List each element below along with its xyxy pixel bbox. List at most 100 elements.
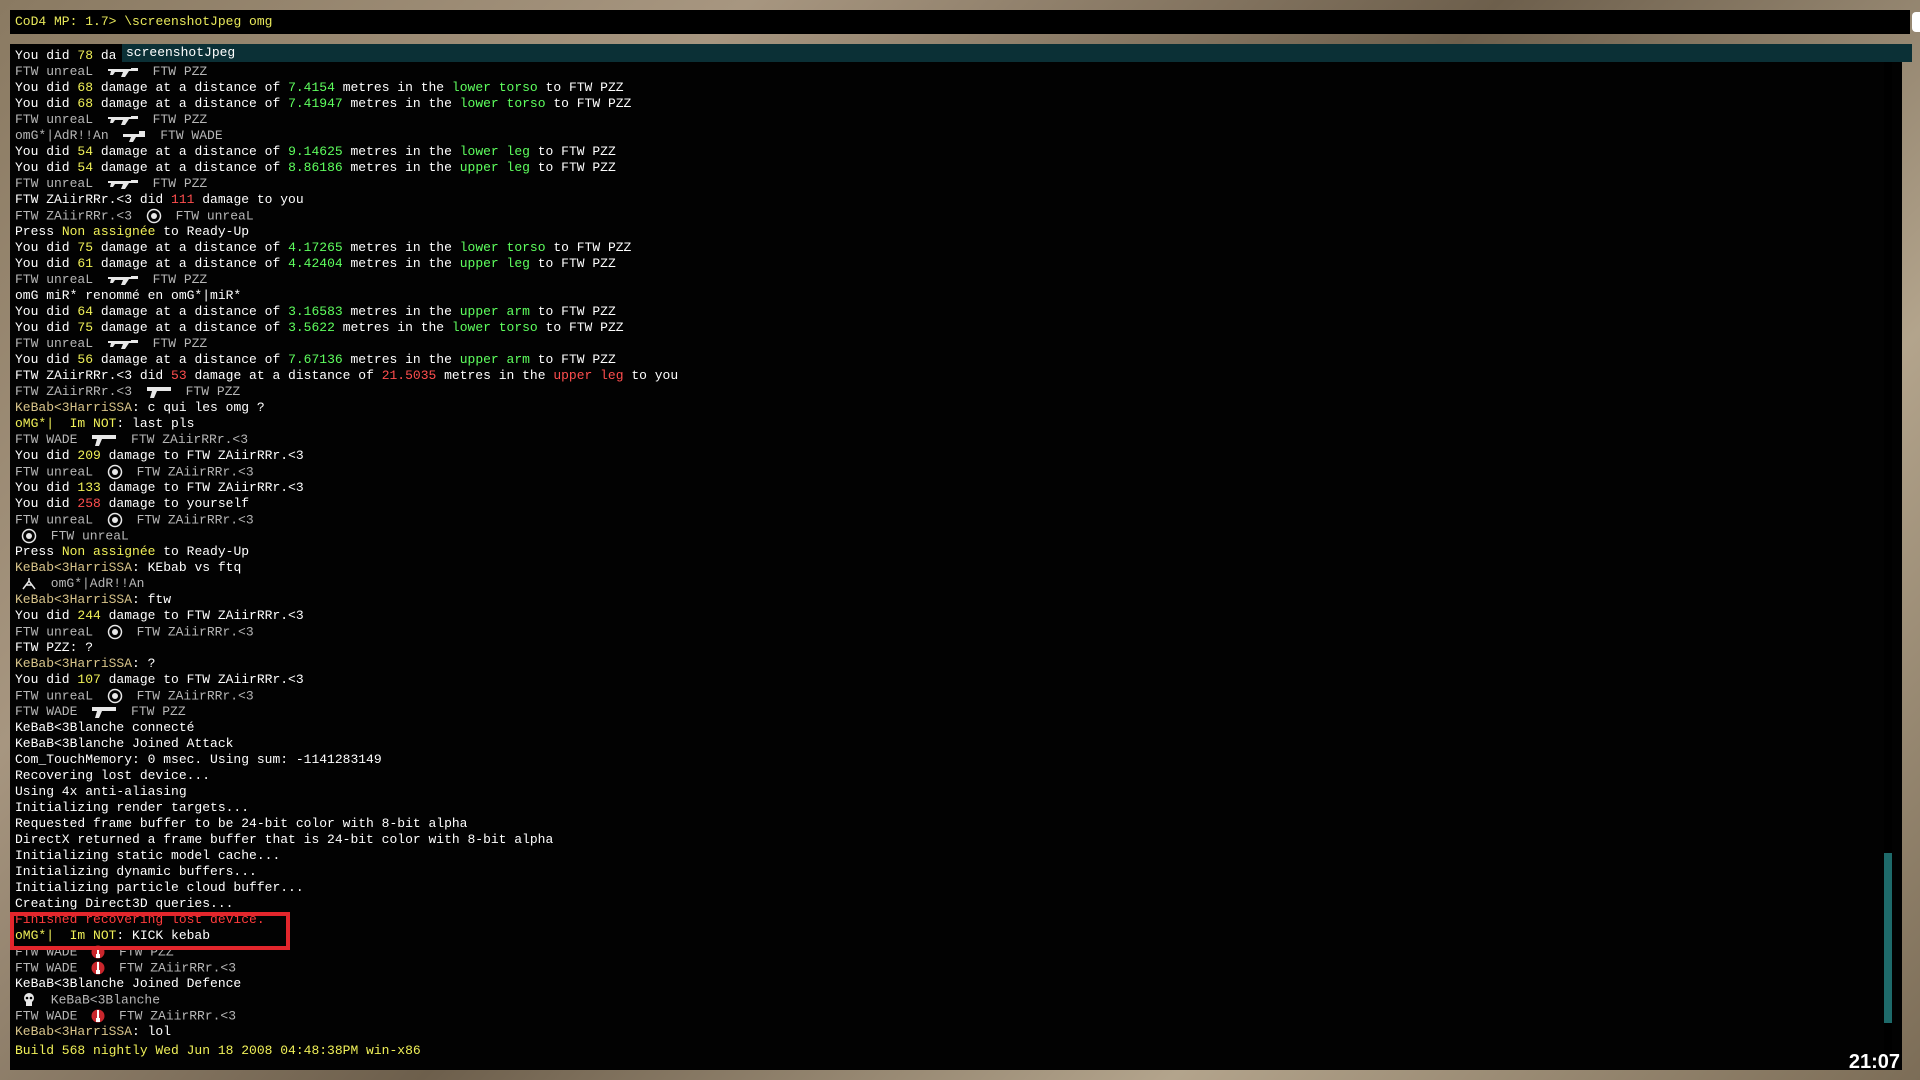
console-text: : ?	[132, 656, 156, 671]
grenade-icon	[107, 464, 123, 480]
console-line: KeBab<3HarriSSA: lol	[15, 1024, 1882, 1040]
console-line: FTW WADE FTW PZZ	[15, 704, 1882, 720]
console-text: damage at a distance of	[93, 304, 289, 319]
console-line: You did 68 damage at a distance of 7.415…	[15, 80, 1882, 96]
console-text: FTW PZZ	[144, 336, 208, 351]
console-text: damage to you	[194, 192, 304, 207]
console-text: FTW ZAiirRRr.<3	[111, 1008, 237, 1024]
console-line: omG miR* renommé en omG*|miR*	[15, 288, 1882, 304]
console-line: Initializing particle cloud buffer...	[15, 880, 1882, 896]
window-edge	[1912, 12, 1920, 32]
console-text: metres in the	[342, 144, 460, 159]
rifle-icon	[107, 274, 139, 286]
console-line: You did 75 damage at a distance of 4.172…	[15, 240, 1882, 256]
console-line: FTW WADE FTW ZAiirRRr.<3	[15, 1008, 1882, 1024]
console-text: da	[93, 48, 117, 63]
console-text: to FTW PZZ	[529, 160, 616, 175]
console-prompt: CoD4 MP: 1.7>	[15, 14, 117, 29]
console-line: oMG*| Im NOT: last pls	[15, 416, 1882, 432]
console-line: Recovering lost device...	[15, 768, 1882, 784]
console-text: 78	[77, 48, 94, 63]
knife-icon	[91, 1008, 105, 1024]
console-text: metres in the	[342, 240, 460, 255]
rifle-icon	[107, 178, 139, 190]
console-line: KeBaB<3Blanche Joined Defence	[15, 976, 1882, 992]
console-text: upper leg	[459, 256, 530, 271]
console-line: You did 64 damage at a distance of 3.165…	[15, 304, 1882, 320]
console-text: Non assignée	[61, 544, 156, 559]
console-text: damage at a distance of	[186, 368, 382, 383]
console-text: FTW unreaL	[15, 464, 101, 480]
console-line: KeBab<3HarriSSA: c qui les omg ?	[15, 400, 1882, 416]
console-text: FTW PZZ	[177, 384, 241, 399]
console-line: Initializing dynamic buffers...	[15, 864, 1882, 880]
scrollbar[interactable]	[1884, 48, 1892, 1068]
console-text: metres in the	[436, 368, 554, 383]
console-text: 75	[77, 320, 94, 335]
console-text: FTW ZAiirRRr.<3	[128, 688, 254, 704]
console-line: Requested frame buffer to be 24-bit colo…	[15, 816, 1882, 832]
console-text: damage to FTW ZAiirRRr.<3	[100, 448, 304, 463]
console-text: to FTW PZZ	[529, 144, 616, 159]
console-text: FTW ZAiirRRr.<3	[123, 432, 249, 447]
hud-clock: 21:07	[1848, 1051, 1900, 1073]
console-text: metres in the	[334, 320, 452, 335]
console-text: FTW PZZ	[144, 112, 208, 127]
console-line: You did 107 damage to FTW ZAiirRRr.<3	[15, 672, 1882, 688]
console-text: 7.67136	[288, 352, 343, 367]
console-text: 56	[77, 352, 94, 367]
console-text: FTW unreaL	[15, 688, 101, 704]
console-text: damage to FTW ZAiirRRr.<3	[100, 480, 304, 495]
console-text: 107	[77, 672, 101, 687]
console-text: 68	[77, 96, 94, 111]
console-text: 7.4154	[288, 80, 335, 95]
console-line: FTW unreaL FTW ZAiirRRr.<3	[15, 464, 1882, 480]
console-text: Press	[15, 224, 62, 239]
console-text: lower torso	[451, 80, 538, 95]
console-text: DirectX returned a frame buffer that is …	[15, 832, 554, 847]
console-line: FTW ZAiirRRr.<3 did 53 damage at a dista…	[15, 368, 1882, 384]
console-text: FTW ZAiirRRr.<3	[128, 464, 254, 480]
console-text: damage at a distance of	[93, 144, 289, 159]
console-input[interactable]: CoD4 MP: 1.7> \screenshotJpeg omg	[10, 10, 1910, 34]
console-text: Requested frame buffer to be 24-bit colo…	[15, 816, 468, 831]
grenade-icon	[107, 688, 123, 704]
console-text: You did	[15, 352, 78, 367]
console-text: 61	[77, 256, 94, 271]
console-text: You did	[15, 144, 78, 159]
console-line: KeBaB<3Blanche	[15, 992, 1882, 1008]
console-text: upper arm	[459, 304, 530, 319]
console-text: FTW PZZ: ?	[15, 640, 94, 655]
console-line: omG*|AdR!!An	[15, 576, 1882, 592]
console-line: FTW unreaL FTW PZZ	[15, 64, 1882, 80]
console-text: damage to FTW ZAiirRRr.<3	[100, 672, 304, 687]
console-line: FTW ZAiirRRr.<3 FTW unreaL	[15, 208, 1882, 224]
console-text: 68	[77, 80, 94, 95]
console-text: to FTW PZZ	[529, 352, 616, 367]
scrollbar-thumb[interactable]	[1884, 853, 1892, 1023]
console-text: 8.86186	[288, 160, 343, 175]
console-text: You did	[15, 96, 78, 111]
console-line: You did 54 damage at a distance of 9.146…	[15, 144, 1882, 160]
console-text: upper leg	[553, 368, 624, 383]
console-text: 133	[77, 480, 101, 495]
console-line: Press Non assignée to Ready-Up	[15, 224, 1882, 240]
console-text: FTW PZZ	[123, 704, 186, 719]
console-text: FTW PZZ	[144, 176, 208, 191]
console-text: FTW WADE	[15, 704, 86, 719]
console-text: to FTW PZZ	[537, 80, 624, 95]
console-text: omG*|AdR!!An	[15, 128, 117, 143]
console-text: damage at a distance of	[93, 80, 289, 95]
console-line: You did 54 damage at a distance of 8.861…	[15, 160, 1882, 176]
console-text: damage at a distance of	[93, 160, 289, 175]
console-text: damage at a distance of	[93, 240, 289, 255]
console-text: FTW ZAiirRRr.<3	[128, 624, 254, 640]
build-info: Build 568 nightly Wed Jun 18 2008 04:48:…	[15, 1043, 421, 1058]
console-text: You did	[15, 80, 78, 95]
console-line: Press Non assignée to Ready-Up	[15, 544, 1882, 560]
autocomplete-suggestion[interactable]: screenshotJpeg	[122, 44, 1912, 62]
console-text: Non assignée	[61, 224, 156, 239]
console-text: damage at a distance of	[93, 96, 289, 111]
console-text: Initializing render targets...	[15, 800, 250, 815]
console-text: to Ready-Up	[155, 544, 250, 559]
